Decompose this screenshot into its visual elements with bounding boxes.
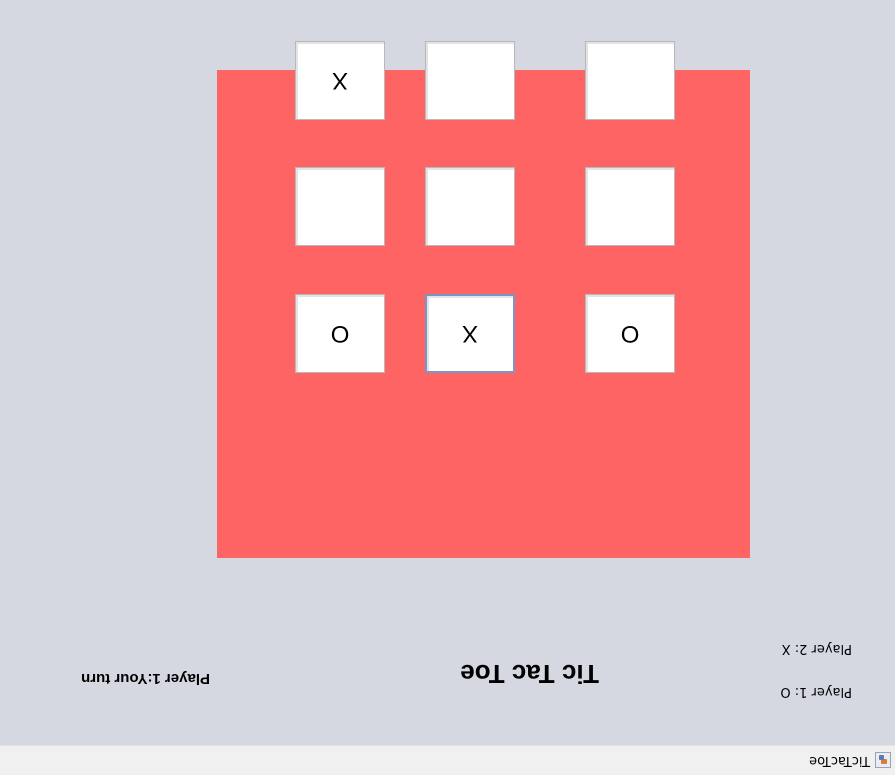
board-cell-3[interactable]: O (295, 294, 385, 373)
board-cell-9[interactable]: X (295, 41, 385, 120)
board-cell-8[interactable] (425, 41, 515, 120)
window-title: TicTacToe (809, 753, 870, 768)
board-cell-1[interactable]: O (585, 294, 675, 373)
app-window: TicTacToe Player 1: O Player 2: X Tic Ta… (0, 0, 895, 775)
board-cell-6[interactable] (295, 167, 385, 246)
turn-status-label: Player 1:Your turn (81, 670, 210, 687)
player1-symbol-label: Player 1: O (780, 684, 852, 699)
board-cell-5[interactable] (425, 167, 515, 246)
board-cell-7[interactable] (585, 41, 675, 120)
board-cell-2[interactable]: X (425, 294, 515, 373)
player2-symbol-label: Player 2: X (781, 641, 852, 656)
java-app-icon (875, 752, 891, 768)
page-title: Tic Tac Toe (460, 659, 599, 689)
board-cell-4[interactable] (585, 167, 675, 246)
game-board: O X O X (217, 41, 750, 558)
window-titlebar[interactable]: TicTacToe (0, 745, 895, 775)
